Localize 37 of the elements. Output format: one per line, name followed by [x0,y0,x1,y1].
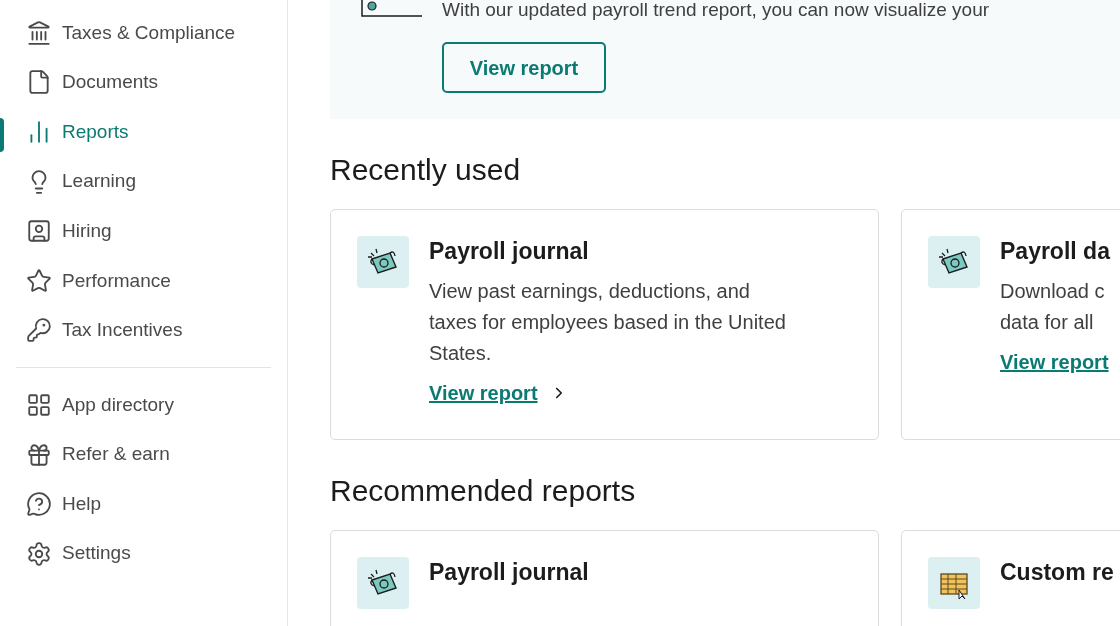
settings-icon [26,540,52,567]
sidebar-item[interactable]: Performance [0,255,287,306]
person-badge-icon [26,218,52,245]
sidebar-item[interactable]: Reports [0,107,287,157]
section-heading: Recommended reports [330,473,637,509]
sidebar-item[interactable]: App directory [0,380,287,430]
report-description-line: taxes for employees based in the United [429,310,786,335]
chart-illustration-icon [360,0,424,18]
landmark-icon [26,19,52,46]
help-icon [26,491,52,518]
view-report-button[interactable]: View report [442,42,606,93]
sidebar-item[interactable]: Refer & earn [0,429,287,480]
report-description-line: data for all [1000,310,1094,335]
sidebar-item[interactable]: Help [0,479,287,529]
sidebar-item[interactable]: Tax Incentives [0,305,287,356]
report-description-line: Download c [1000,279,1105,304]
report-description-line: States. [429,341,492,366]
apps-icon [26,391,52,418]
banner-text: With our updated payroll trend report, you can now visualize your [442,0,990,20]
gift-icon [26,441,52,468]
report-title: Custom re [1000,558,1115,587]
sidebar-item[interactable]: Settings [0,528,287,579]
report-title: Payroll da [1000,237,1112,266]
sidebar-item[interactable]: Documents [0,57,287,108]
view-report-link[interactable]: View report [1000,347,1120,377]
view-report-link[interactable]: View report [429,378,869,408]
star-icon [26,267,52,294]
sidebar-item[interactable]: Learning [0,156,287,207]
sidebar-item[interactable]: Taxes & Compliance [0,8,287,58]
report-title: Payroll journal [429,558,590,587]
section-heading: Recently used [330,152,522,188]
active-indicator [0,118,4,153]
report-description-line: View past earnings, deductions, and [429,279,750,304]
sidebar-item[interactable]: Hiring [0,206,287,256]
document-icon [26,69,52,96]
report-title: Payroll journal [429,237,590,266]
key-icon [26,317,52,344]
